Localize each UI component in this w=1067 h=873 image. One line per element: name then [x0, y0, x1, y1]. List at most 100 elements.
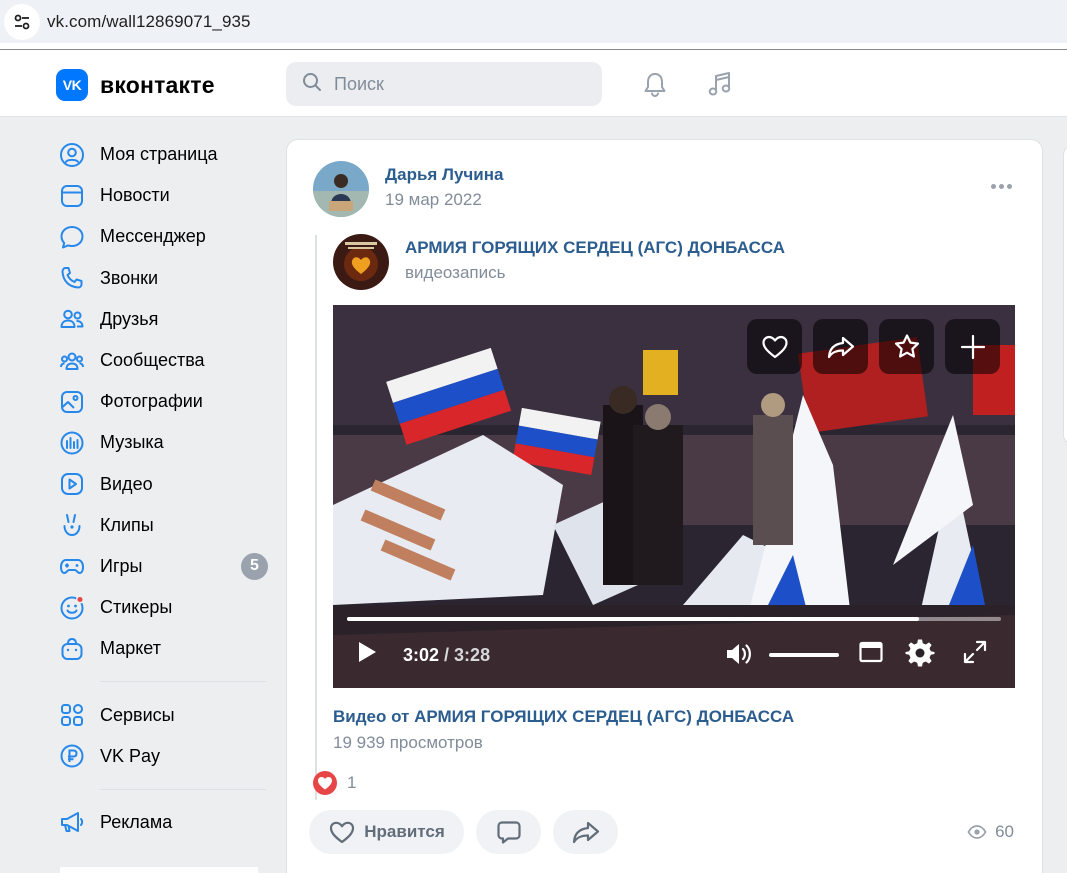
video-add-button[interactable]: [945, 319, 1000, 374]
volume-slider[interactable]: [769, 653, 839, 657]
wall-post: Дарья Лучина 19 мар 2022 АРМИЯ ГОРЯЩИХ С…: [286, 139, 1043, 873]
eye-icon: [967, 825, 987, 839]
reaction-count: 1: [347, 773, 357, 792]
sidebar-item-vkpay[interactable]: VK Pay: [56, 736, 270, 777]
sidebar-item-news[interactable]: Новости: [56, 175, 270, 216]
tune-icon[interactable]: [4, 3, 40, 40]
video-progress-fill: [347, 617, 920, 621]
ruble-icon: [56, 740, 88, 772]
video-bookmark-button[interactable]: [879, 319, 934, 374]
miniplayer-button[interactable]: [857, 638, 885, 666]
post-views: 60: [967, 822, 1014, 842]
repost-source: АРМИЯ ГОРЯЩИХ СЕРДЕЦ (АГС) ДОНБАССА виде…: [333, 234, 785, 290]
vk-logo[interactable]: VK вконтакте: [56, 69, 215, 101]
sidebar-item-clips[interactable]: Клипы: [56, 505, 270, 546]
communities-icon: [56, 345, 88, 377]
sidebar-item-label: Стикеры: [100, 597, 173, 618]
smile-icon: [56, 592, 88, 624]
bag-icon: [56, 633, 88, 665]
volume-button[interactable]: [723, 638, 755, 670]
search-input[interactable]: [334, 73, 574, 95]
search-box[interactable]: [286, 62, 602, 106]
sidebar-item-stickers[interactable]: Стикеры: [56, 587, 270, 628]
sidebar-item-my-page[interactable]: Моя страница: [56, 134, 270, 175]
sidebar-item-photos[interactable]: Фотографии: [56, 381, 270, 422]
user-circle-icon: [56, 139, 88, 171]
views-count: 60: [995, 822, 1014, 841]
miniplayer-icon: [859, 641, 883, 663]
sidebar-item-label: VK Pay: [100, 745, 161, 766]
sidebar-item-label: Маркет: [100, 638, 161, 659]
video-progress-bar[interactable]: [347, 617, 1001, 621]
sidebar-item-label: Друзья: [100, 308, 159, 329]
heart-outline-icon: [761, 335, 788, 358]
reactions-summary[interactable]: 1: [313, 771, 356, 795]
more-options-icon[interactable]: [991, 184, 1012, 189]
vk-logo-mark: VK: [56, 69, 88, 101]
play-button[interactable]: [353, 638, 381, 666]
sidebar-item-label: Сервисы: [100, 704, 175, 725]
sidebar-item-messenger[interactable]: Мессенджер: [56, 216, 270, 257]
bell-icon[interactable]: [639, 68, 671, 100]
share-button[interactable]: [553, 810, 618, 854]
sidebar-item-calls[interactable]: Звонки: [56, 258, 270, 299]
author-avatar[interactable]: [313, 161, 369, 217]
video-title[interactable]: Видео от АРМИЯ ГОРЯЩИХ СЕРДЕЦ (АГС) ДОНБ…: [333, 707, 794, 727]
repost-indicator: [315, 235, 317, 800]
sidebar-item-communities[interactable]: Сообщества: [56, 340, 270, 381]
sidebar-item-label: Фотографии: [100, 391, 203, 412]
browser-address-bar: vk.com/wall12869071_935: [0, 0, 1067, 50]
clips-icon: [56, 509, 88, 541]
video-duration: 3:28: [454, 645, 491, 665]
sidebar-divider: [100, 788, 266, 790]
sidebar-item-market[interactable]: Маркет: [56, 628, 270, 669]
like-button[interactable]: Нравится: [309, 810, 464, 854]
sidebar-item-label: Реклама: [100, 811, 173, 832]
share-arrow-icon: [827, 336, 854, 358]
gamepad-icon: [56, 550, 88, 582]
play-icon: [359, 642, 376, 662]
megaphone-icon: [56, 806, 88, 838]
sidebar-item-label: Звонки: [100, 267, 159, 288]
video-player[interactable]: 3:02 / 3:28: [333, 305, 1015, 688]
sidebar-footer-widget: [60, 867, 258, 873]
video-like-button[interactable]: [747, 319, 802, 374]
like-label: Нравится: [364, 822, 445, 841]
video-share-button[interactable]: [813, 319, 868, 374]
sidebar-item-label: Музыка: [100, 432, 164, 453]
sidebar-item-label: Клипы: [100, 514, 154, 535]
fullscreen-button[interactable]: [961, 638, 989, 666]
music-stats-icon: [56, 427, 88, 459]
plus-icon: [960, 334, 985, 359]
right-panel-edge: [1063, 145, 1067, 445]
comment-button[interactable]: [476, 810, 541, 854]
group-avatar[interactable]: [333, 234, 389, 290]
sidebar-item-video[interactable]: Видео: [56, 464, 270, 505]
author-name[interactable]: Дарья Лучина: [385, 165, 503, 185]
sidebar-item-label: Игры: [100, 555, 143, 576]
comment-icon: [496, 821, 521, 844]
friends-icon: [56, 303, 88, 335]
sidebar-item-games[interactable]: Игры 5: [56, 546, 270, 587]
sidebar-item-friends[interactable]: Друзья: [56, 299, 270, 340]
heart-reaction-icon: [313, 771, 337, 795]
left-sidebar: Моя страница Новости Мессенджер Звонки Д…: [56, 134, 270, 843]
sidebar-item-ads[interactable]: Реклама: [56, 802, 270, 843]
post-date[interactable]: 19 мар 2022: [385, 190, 503, 210]
sidebar-item-services[interactable]: Сервисы: [56, 694, 270, 735]
url-text[interactable]: vk.com/wall12869071_935: [47, 12, 251, 32]
sidebar-item-music[interactable]: Музыка: [56, 422, 270, 463]
share-arrow-icon: [572, 821, 599, 844]
sidebar-item-label: Новости: [100, 185, 170, 206]
music-note-icon[interactable]: [704, 68, 736, 100]
services-icon: [56, 699, 88, 731]
video-time: 3:02 / 3:28: [403, 645, 490, 666]
message-icon: [56, 221, 88, 253]
group-name[interactable]: АРМИЯ ГОРЯЩИХ СЕРДЕЦ (АГС) ДОНБАССА: [405, 238, 785, 258]
sidebar-item-label: Видео: [100, 473, 153, 494]
sidebar-item-label: Сообщества: [100, 350, 205, 371]
top-header: VK вконтакте: [0, 50, 1067, 117]
photo-icon: [56, 386, 88, 418]
settings-button[interactable]: [905, 638, 935, 668]
post-actions: Нравится: [309, 810, 618, 854]
